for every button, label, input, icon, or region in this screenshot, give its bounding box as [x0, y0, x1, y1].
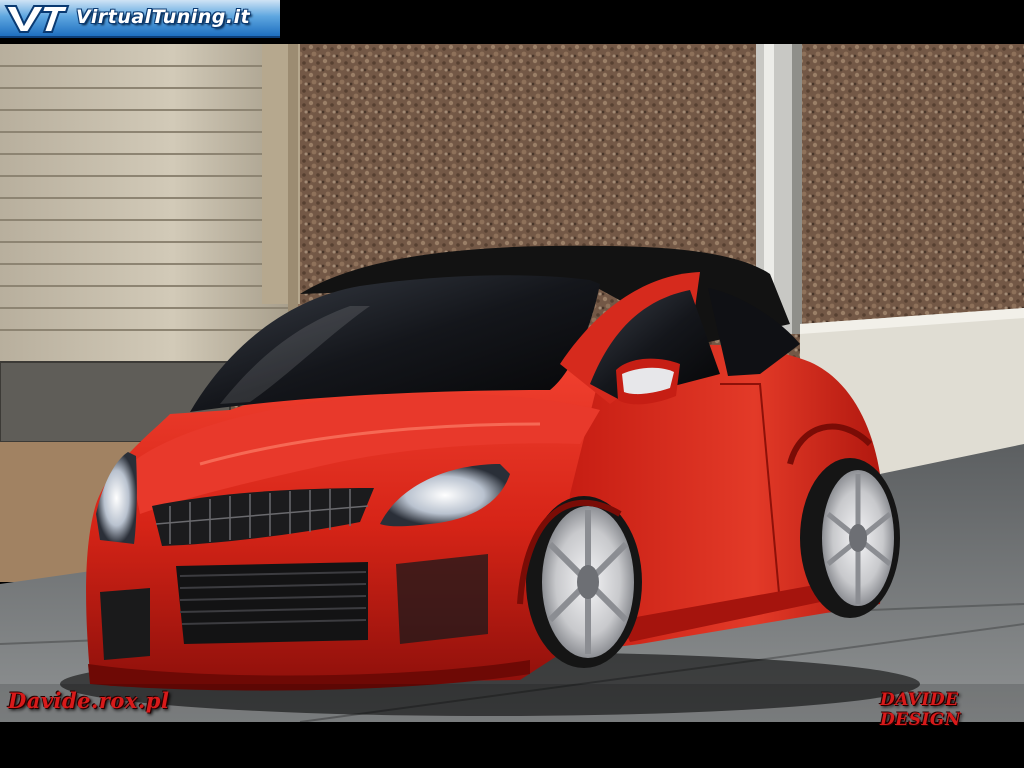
rear-wheel: [800, 458, 900, 618]
vt-logo-icon: [4, 5, 70, 33]
signature-left: Davide.rox.pl: [8, 688, 170, 713]
virtualtuning-logo: VirtualTuning.it: [0, 0, 280, 38]
logo-text: VirtualTuning.it: [76, 6, 251, 28]
photo-scene: [0, 44, 1024, 722]
car-photo: [0, 44, 1024, 722]
lower-intake: [176, 562, 368, 644]
signature-right: DAVIDE DESIGN: [880, 690, 961, 730]
bottom-letterbox: [0, 722, 1024, 768]
